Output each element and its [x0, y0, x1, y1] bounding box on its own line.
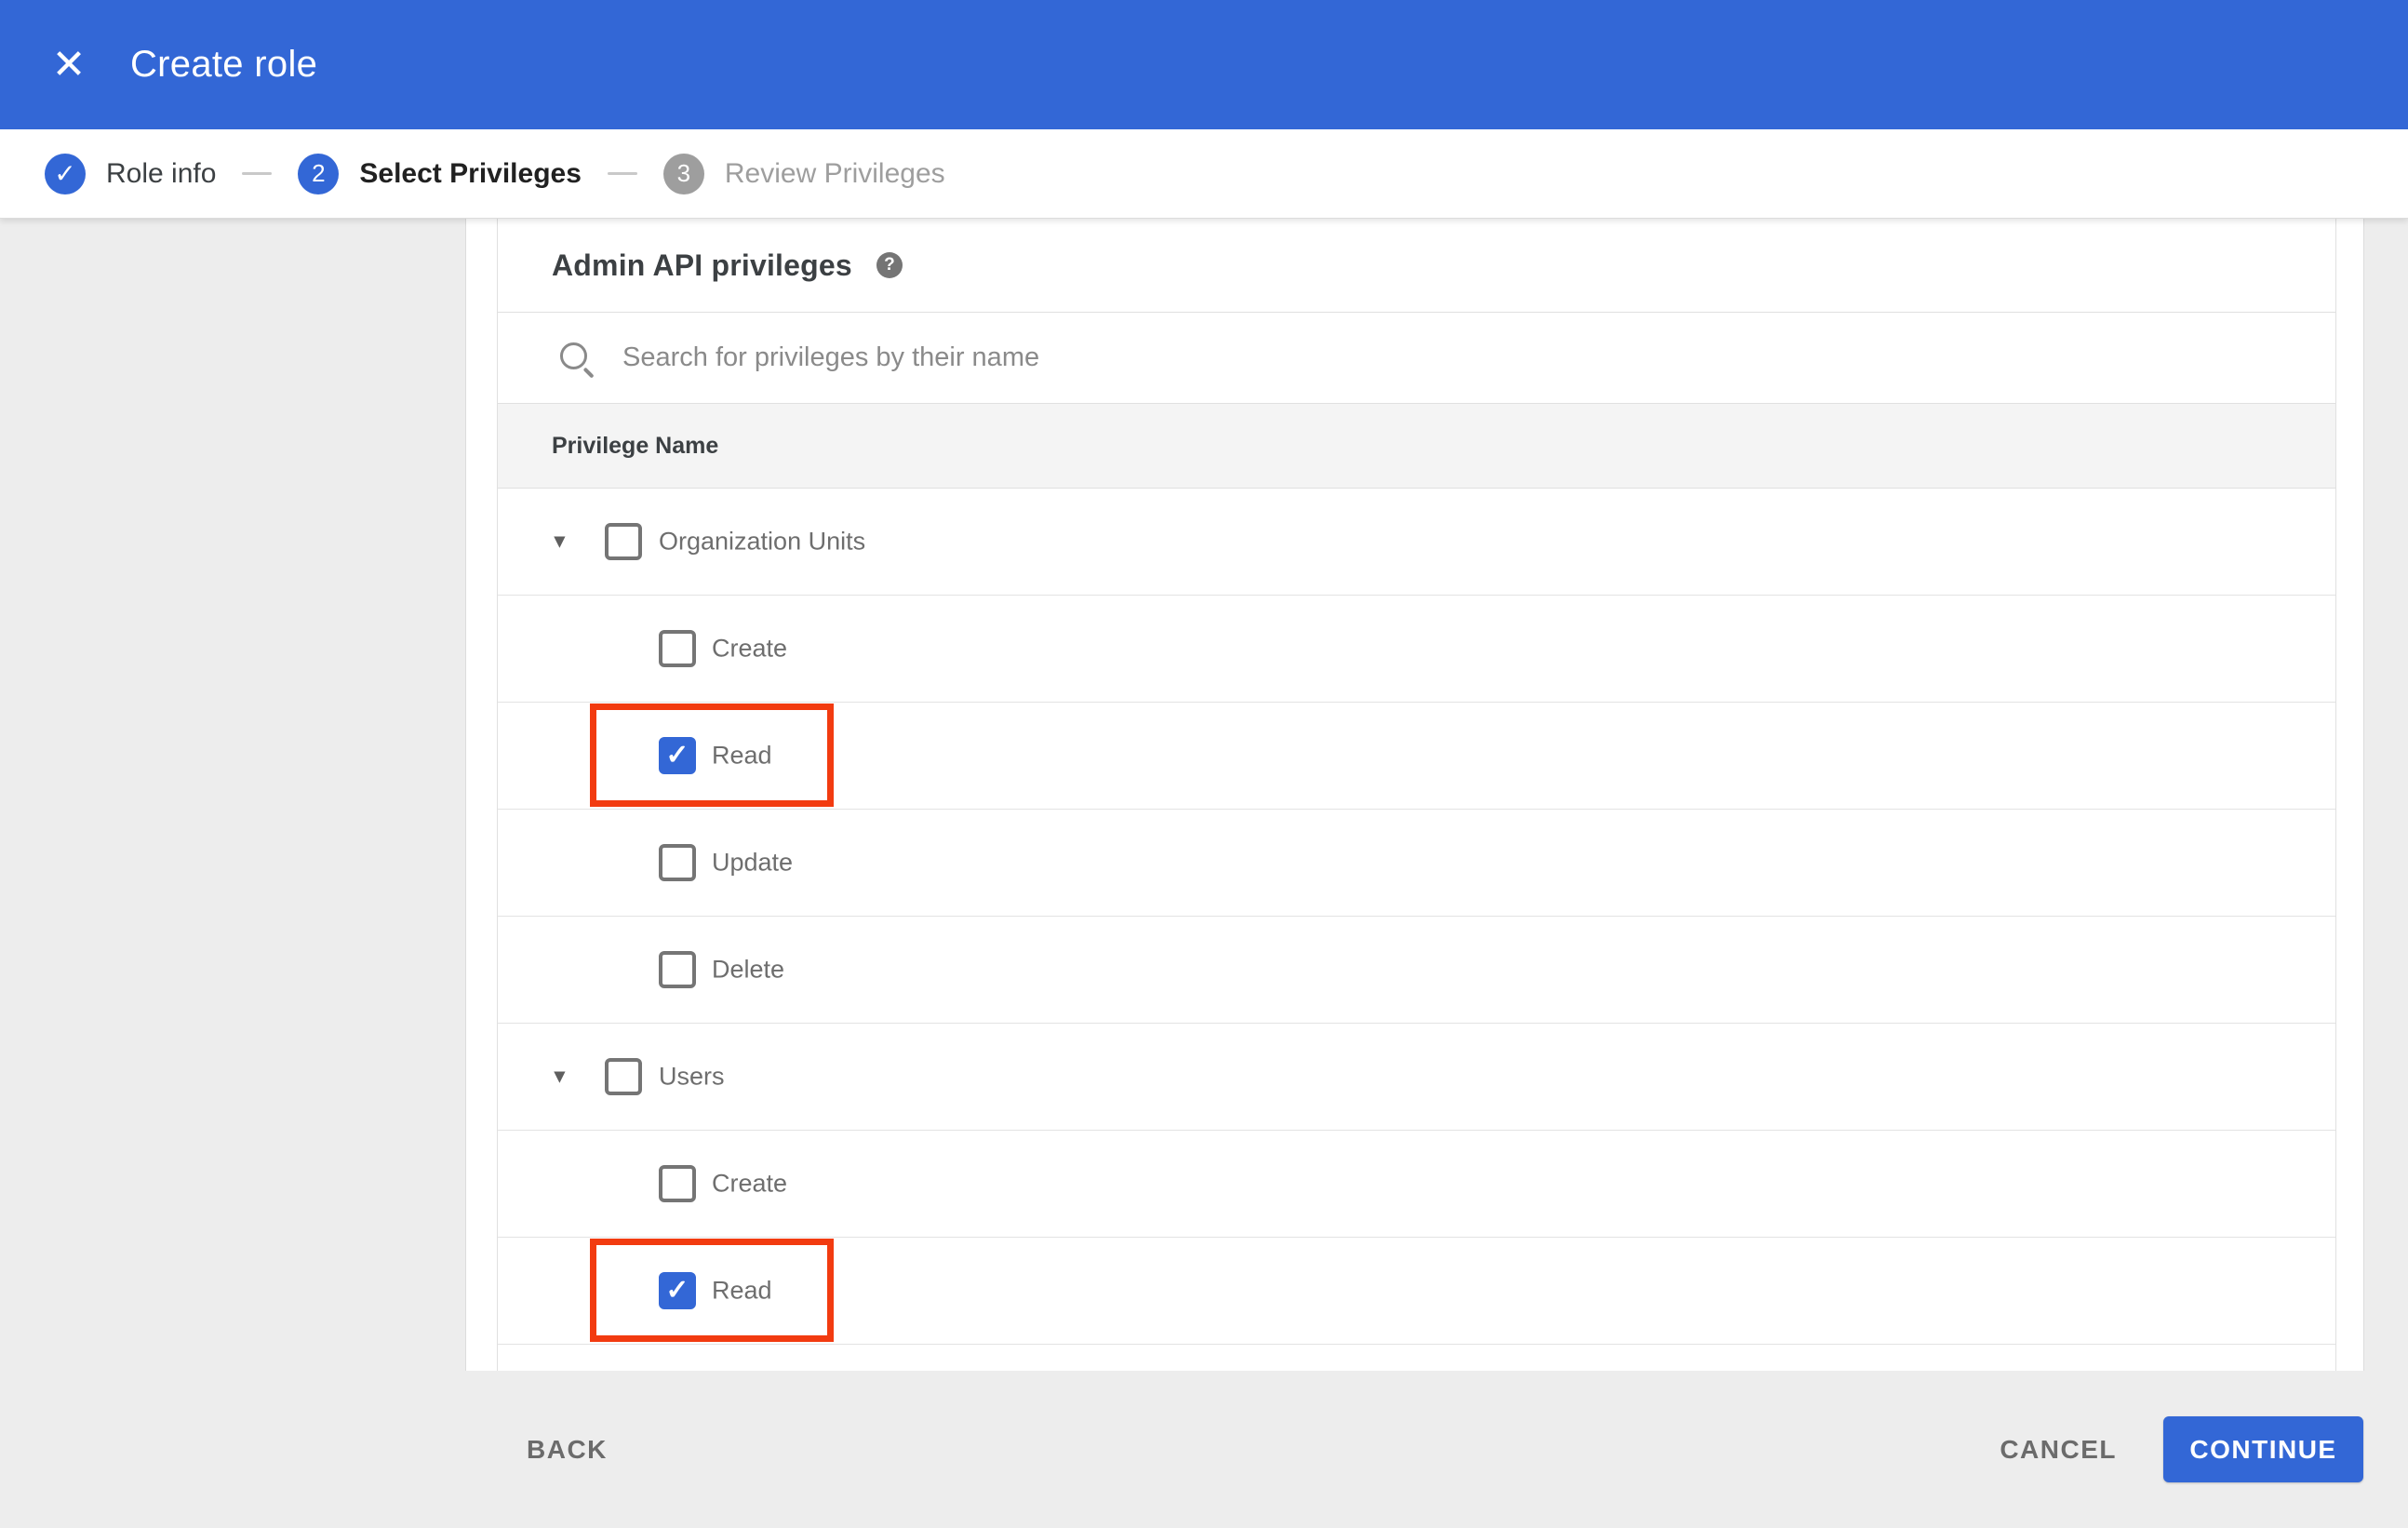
step-role-info[interactable]: ✓ Role info [45, 153, 217, 194]
privilege-label: Read [712, 1276, 772, 1305]
checkbox-organization-units[interactable] [605, 523, 642, 560]
search-input[interactable] [621, 342, 2113, 374]
privilege-search-row [498, 312, 2335, 403]
back-button[interactable]: BACK [521, 1426, 613, 1474]
checkbox-organization-units-update[interactable] [659, 844, 696, 881]
privileges-card: Admin API privileges ? Privilege Name ▼ O… [465, 219, 2364, 1378]
privilege-rows: ▼ Organization Units Create ✓ Read Update Dele… [498, 489, 2335, 1345]
step-connector [607, 172, 637, 175]
app-bar: ✕ Create role [0, 0, 2408, 129]
privilege-label: Create [712, 1169, 788, 1198]
expand-arrow-icon[interactable]: ▼ [550, 532, 569, 552]
checkbox-organization-units-delete[interactable] [659, 951, 696, 988]
checkbox-users[interactable] [605, 1058, 642, 1095]
privilege-row-users-create: Create [498, 1131, 2335, 1238]
step-label-review-privileges: Review Privileges [724, 157, 945, 189]
panel-title: Admin API privileges [552, 248, 852, 282]
privilege-label: Organization Units [659, 527, 866, 556]
privilege-label: Create [712, 634, 788, 663]
footer-bar: BACK CANCEL CONTINUE [0, 1371, 2408, 1528]
checkbox-users-read-checked[interactable]: ✓ [659, 1272, 696, 1309]
panel-header: Admin API privileges ? [498, 219, 2335, 312]
step-select-privileges[interactable]: 2 Select Privileges [298, 153, 582, 194]
column-privilege-name: Privilege Name [552, 432, 719, 459]
continue-button[interactable]: CONTINUE [2163, 1416, 2363, 1482]
step-number-3: 3 [662, 153, 704, 194]
checkbox-organization-units-create[interactable] [659, 630, 696, 667]
step-complete-check-icon: ✓ [45, 153, 86, 194]
step-number-2: 2 [298, 153, 340, 194]
checkbox-organization-units-read-checked[interactable]: ✓ [659, 737, 696, 774]
step-review-privileges: 3 Review Privileges [662, 153, 945, 194]
privilege-row-users-read: ✓ Read [498, 1238, 2335, 1345]
privilege-row-organization-units-read: ✓ Read [498, 703, 2335, 810]
page-title: Create role [130, 44, 318, 85]
table-header-row: Privilege Name [498, 403, 2335, 489]
privilege-row-organization-units-create: Create [498, 596, 2335, 703]
help-icon[interactable]: ? [876, 252, 903, 278]
stepper: ✓ Role info 2 Select Privileges 3 Review… [0, 129, 2408, 219]
privilege-label: Users [659, 1062, 725, 1091]
privilege-row-organization-units-delete: Delete [498, 917, 2335, 1024]
privilege-group-row-organization-units: ▼ Organization Units [498, 489, 2335, 596]
privilege-label: Update [712, 848, 794, 877]
step-connector [242, 172, 273, 175]
privilege-label: Delete [712, 955, 785, 984]
admin-api-privileges-panel: Admin API privileges ? Privilege Name ▼ O… [497, 219, 2336, 1378]
expand-arrow-icon[interactable]: ▼ [550, 1067, 569, 1087]
checkbox-users-create[interactable] [659, 1165, 696, 1202]
search-icon [557, 340, 595, 377]
privilege-row-organization-units-update: Update [498, 810, 2335, 917]
step-label-select-privileges: Select Privileges [359, 157, 582, 189]
cancel-button[interactable]: CANCEL [1994, 1426, 2122, 1474]
create-role-dialog: ✕ Create role ✓ Role info 2 Select Privi… [0, 0, 2408, 1528]
step-label-role-info: Role info [106, 157, 217, 189]
privilege-label: Read [712, 741, 772, 770]
close-icon[interactable]: ✕ [45, 44, 93, 86]
privilege-group-row-users: ▼ Users [498, 1024, 2335, 1131]
